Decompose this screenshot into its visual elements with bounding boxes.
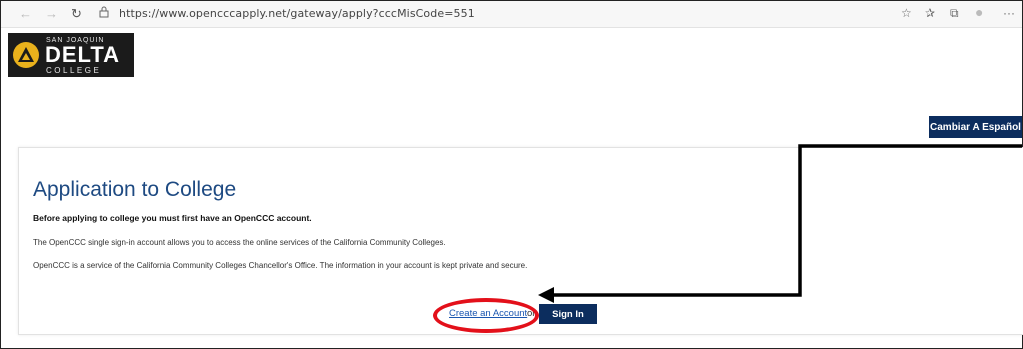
annotation-arrow bbox=[538, 144, 1022, 303]
arrow-line bbox=[552, 144, 1022, 297]
arrow-head bbox=[538, 287, 554, 303]
